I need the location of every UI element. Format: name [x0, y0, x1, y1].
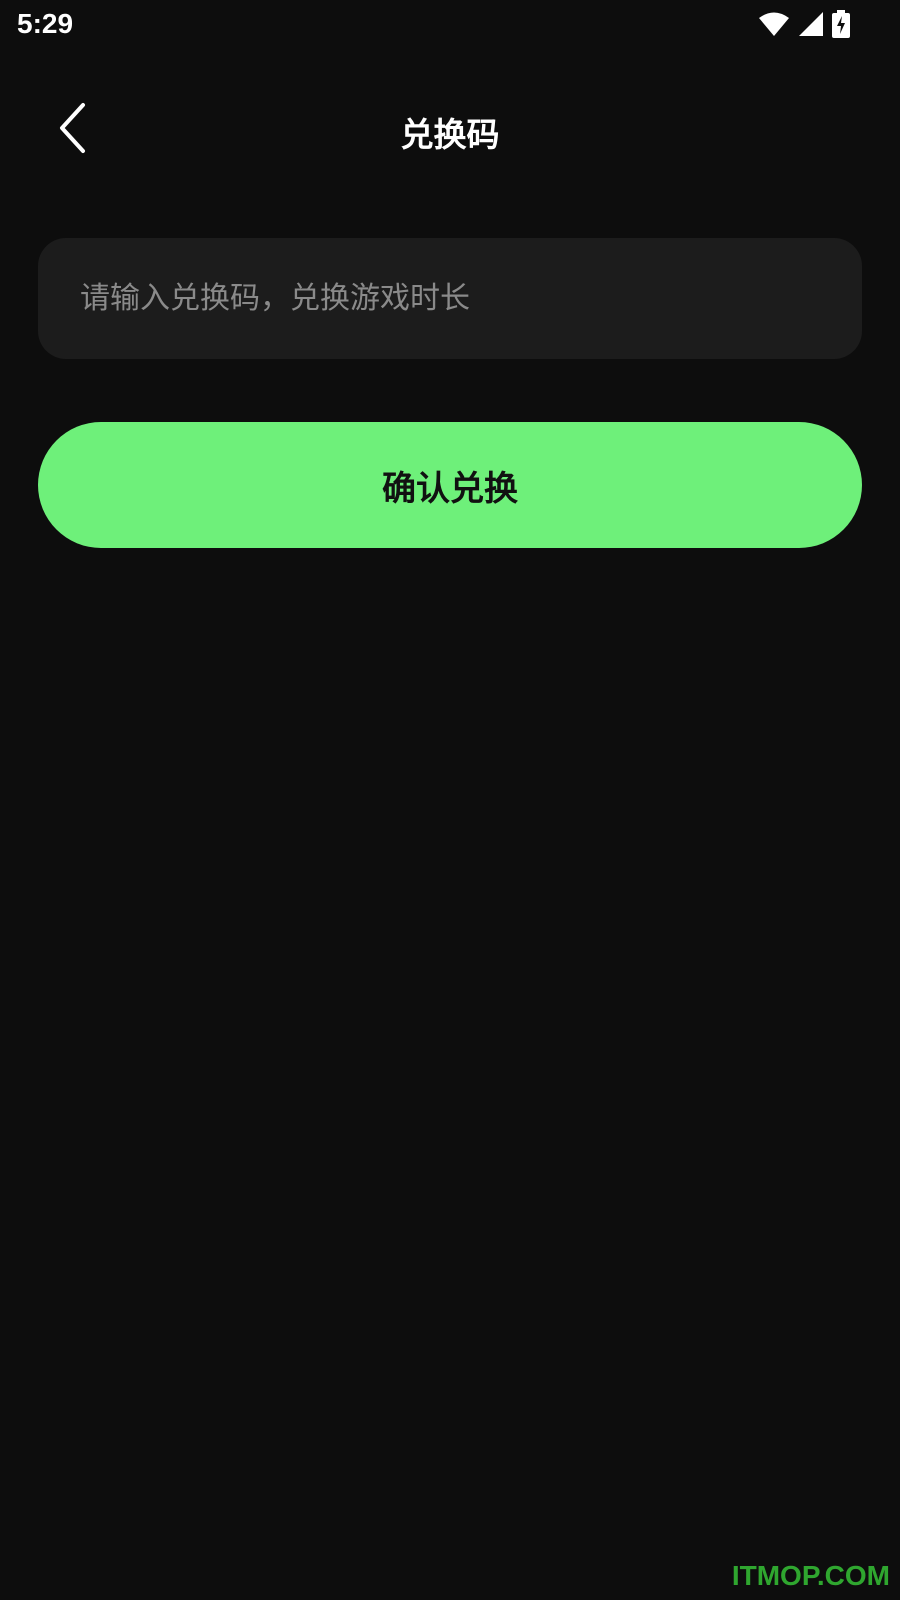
status-bar: 5:29 [0, 0, 900, 50]
battery-charging-icon [832, 10, 850, 42]
redeem-code-field[interactable] [38, 238, 862, 359]
status-icons [758, 10, 850, 42]
page-title: 兑换码 [400, 115, 500, 154]
watermark: ITMOP.COM [731, 1560, 890, 1591]
cell-signal-icon [798, 11, 824, 41]
confirm-redeem-button[interactable]: 确认兑换 [38, 422, 862, 548]
wifi-icon [758, 11, 790, 41]
status-time: 5:29 [17, 8, 74, 39]
header: 兑换码 [0, 90, 900, 170]
redeem-code-input[interactable] [78, 280, 822, 317]
